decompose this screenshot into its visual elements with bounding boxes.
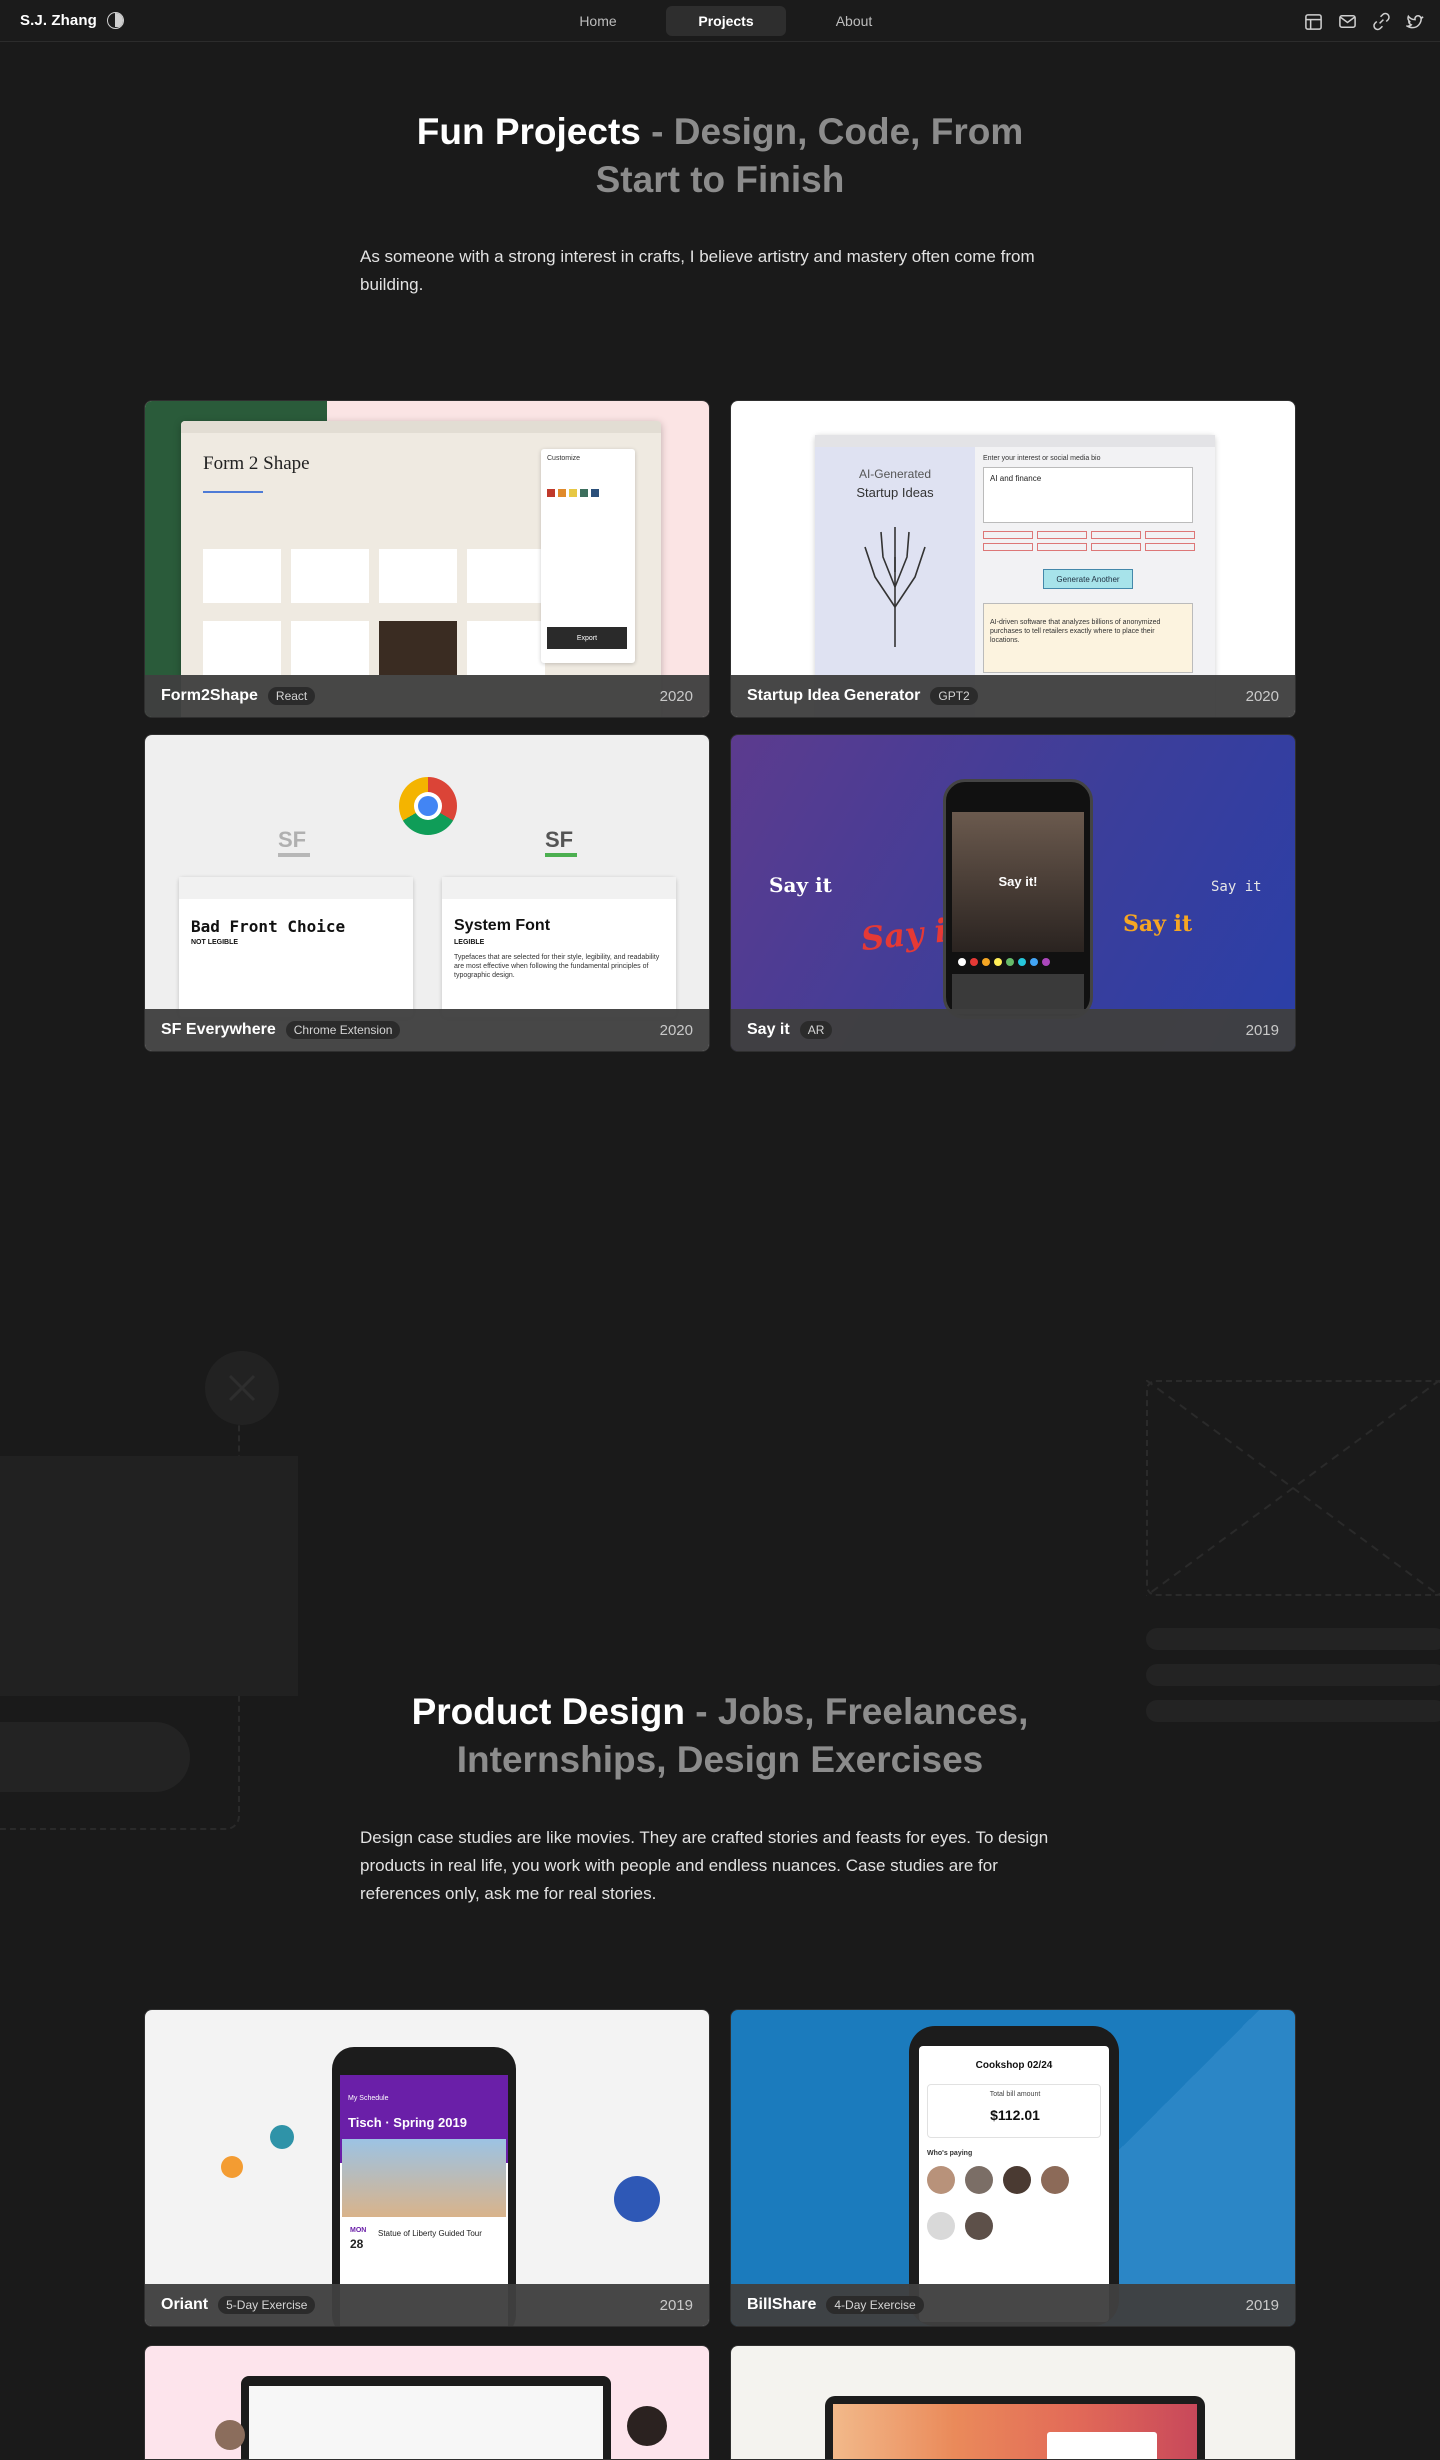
startup-generate-button: Generate Another xyxy=(1043,569,1133,589)
card-year: 2020 xyxy=(1245,687,1279,705)
fun-intro: As someone with a strong interest in cra… xyxy=(360,247,1035,294)
card-caption: Oriant 5-Day Exercise 2019 xyxy=(145,2284,709,2326)
product-intro: Design case studies are like movies. The… xyxy=(360,1828,1049,1903)
chrome-icon xyxy=(399,777,457,835)
mail-icon[interactable] xyxy=(1337,11,1358,32)
card-title: Startup Idea Generator xyxy=(747,687,921,704)
link-icon[interactable] xyxy=(1371,11,1392,32)
top-nav: S.J. Zhang Home Projects About xyxy=(0,0,1440,42)
form2shape-export-button: Export xyxy=(547,627,627,649)
startup-prompt: Enter your interest or social media bio xyxy=(983,455,1101,462)
say-it-thumbnail: Say it Say it Say it Say it Say it! xyxy=(731,735,1295,1051)
say-it-mono: Say it xyxy=(1211,879,1262,895)
sf-bad-sub: NOT LEGIBLE xyxy=(191,939,239,946)
decor-block-left xyxy=(0,1456,298,1696)
card-title: SF Everywhere xyxy=(161,1021,276,1038)
startup-input: AI and finance xyxy=(990,474,1042,483)
social-icons xyxy=(1303,11,1426,32)
sf-everywhere-thumbnail: SF SF Bad Front Choice NOT LEGIBLE Syste… xyxy=(145,735,709,1051)
sf-system-sub: LEGIBLE xyxy=(454,939,485,946)
brand-name[interactable]: S.J. Zhang xyxy=(20,12,97,29)
say-it-white-left: Say it xyxy=(769,873,832,897)
oriant-schedule: My Schedule xyxy=(348,2095,389,2102)
fun-title-main: Fun Projects xyxy=(416,111,641,152)
fun-title-sub: - Design, Code, From xyxy=(640,111,1024,152)
product-title-sub-2: Internships, Design Exercises xyxy=(456,1739,984,1780)
tab-about[interactable]: About xyxy=(794,6,914,36)
billshare-label: Total bill amount xyxy=(989,2091,1041,2098)
oriant-date: 28 xyxy=(350,2237,364,2251)
billshare-thumbnail: Cookshop 02/24 Total bill amount $112.01… xyxy=(731,2010,1295,2326)
oriant-thumbnail: My Schedule Tisch · Spring 2019 MON 28 S… xyxy=(145,2010,709,2326)
product-design-title: Product Design - Jobs, Freelances, Inter… xyxy=(0,1688,1440,1784)
card-title: Say it xyxy=(747,1021,790,1038)
card-title: BillShare xyxy=(747,2296,817,2313)
card-title: Form2Shape xyxy=(161,687,258,704)
startup-heading-2: Startup Ideas xyxy=(856,485,934,500)
form2shape-thumbnail: Form 2 Shape Customize Export xyxy=(145,401,709,717)
project-card-form2shape[interactable]: Form 2 Shape Customize Export Form2Shape… xyxy=(144,400,710,718)
sf-bad-title: Bad Front Choice xyxy=(191,917,346,936)
sf-label-right: SF xyxy=(545,827,574,852)
fun-projects-title: Fun Projects - Design, Code, From Start … xyxy=(0,108,1440,204)
billshare-paying: Who's paying xyxy=(927,2150,973,2157)
oriant-day: MON xyxy=(350,2227,367,2234)
card-year: 2019 xyxy=(1245,1021,1279,1039)
project-card-oriant[interactable]: My Schedule Tisch · Spring 2019 MON 28 S… xyxy=(144,2009,710,2327)
card-year: 2019 xyxy=(1245,2296,1279,2314)
decor-bar-1 xyxy=(1146,1628,1440,1650)
project-card-say-it[interactable]: Say it Say it Say it Say it Say it! Say … xyxy=(730,734,1296,1052)
product-title-sub: - Jobs, Freelances, xyxy=(684,1691,1029,1732)
tab-projects[interactable]: Projects xyxy=(666,6,786,36)
card-year: 2019 xyxy=(659,2296,693,2314)
project-card-partial-left[interactable] xyxy=(144,2345,710,2460)
decor-wireframe-diagonals xyxy=(1146,1380,1440,1596)
card-tag: AR xyxy=(799,1021,833,1039)
startup-thumbnail: AI-Generated Startup Ideas Enter your in… xyxy=(731,401,1295,717)
oriant-heading: Tisch · Spring 2019 xyxy=(348,2115,467,2130)
card-tag: GPT2 xyxy=(930,687,978,705)
decor-close-circle xyxy=(205,1351,279,1425)
card-tag: 5-Day Exercise xyxy=(218,2296,316,2314)
oriant-event: Statue of Liberty Guided Tour xyxy=(378,2229,482,2238)
tab-home[interactable]: Home xyxy=(538,6,658,36)
product-title-main: Product Design xyxy=(411,1691,685,1732)
form2shape-customize: Customize xyxy=(547,455,581,462)
fun-title-sub-2: Start to Finish xyxy=(595,159,845,200)
sf-label-left: SF xyxy=(278,827,307,852)
startup-result: AI-driven software that analyzes billion… xyxy=(990,619,1161,644)
partial-right-thumbnail xyxy=(731,2346,1295,2459)
card-year: 2020 xyxy=(659,1021,693,1039)
tree-icon xyxy=(864,527,926,647)
card-caption: Startup Idea Generator GPT2 2020 xyxy=(731,675,1295,717)
billshare-header: Cookshop 02/24 xyxy=(975,2060,1053,2071)
sf-system-title: System Font xyxy=(454,917,551,934)
nav-tabs: Home Projects About xyxy=(538,6,914,36)
close-icon xyxy=(228,1374,256,1402)
card-tag: React xyxy=(267,687,316,705)
partial-left-thumbnail xyxy=(145,2346,709,2459)
card-year: 2020 xyxy=(659,687,693,705)
form2shape-heading: Form 2 Shape xyxy=(203,453,310,474)
project-card-startup-idea-generator[interactable]: AI-Generated Startup Ideas Enter your in… xyxy=(730,400,1296,718)
sf-system-body: Typefaces that are selected for their st… xyxy=(454,954,660,979)
project-card-sf-everywhere[interactable]: SF SF Bad Front Choice NOT LEGIBLE Syste… xyxy=(144,734,710,1052)
startup-heading-1: AI-Generated xyxy=(858,467,932,481)
decor-bar-2 xyxy=(1146,1664,1440,1686)
project-card-billshare[interactable]: Cookshop 02/24 Total bill amount $112.01… xyxy=(730,2009,1296,2327)
card-caption: Form2Shape React 2020 xyxy=(145,675,709,717)
twitter-icon[interactable] xyxy=(1405,11,1426,32)
card-tag: Chrome Extension xyxy=(285,1021,401,1039)
billshare-amount: $112.01 xyxy=(990,2107,1040,2123)
calendar-icon[interactable] xyxy=(1303,11,1324,32)
card-tag: 4-Day Exercise xyxy=(826,2296,924,2314)
card-title: Oriant xyxy=(161,2296,209,2313)
card-caption: SF Everywhere Chrome Extension 2020 xyxy=(145,1009,709,1051)
say-it-center: Say it! xyxy=(998,874,1038,889)
card-caption: BillShare 4-Day Exercise 2019 xyxy=(731,2284,1295,2326)
project-card-partial-right[interactable] xyxy=(730,2345,1296,2460)
say-it-orange: Say it xyxy=(1123,911,1193,937)
card-caption: Say it AR 2019 xyxy=(731,1009,1295,1051)
theme-toggle-icon[interactable] xyxy=(107,12,124,29)
